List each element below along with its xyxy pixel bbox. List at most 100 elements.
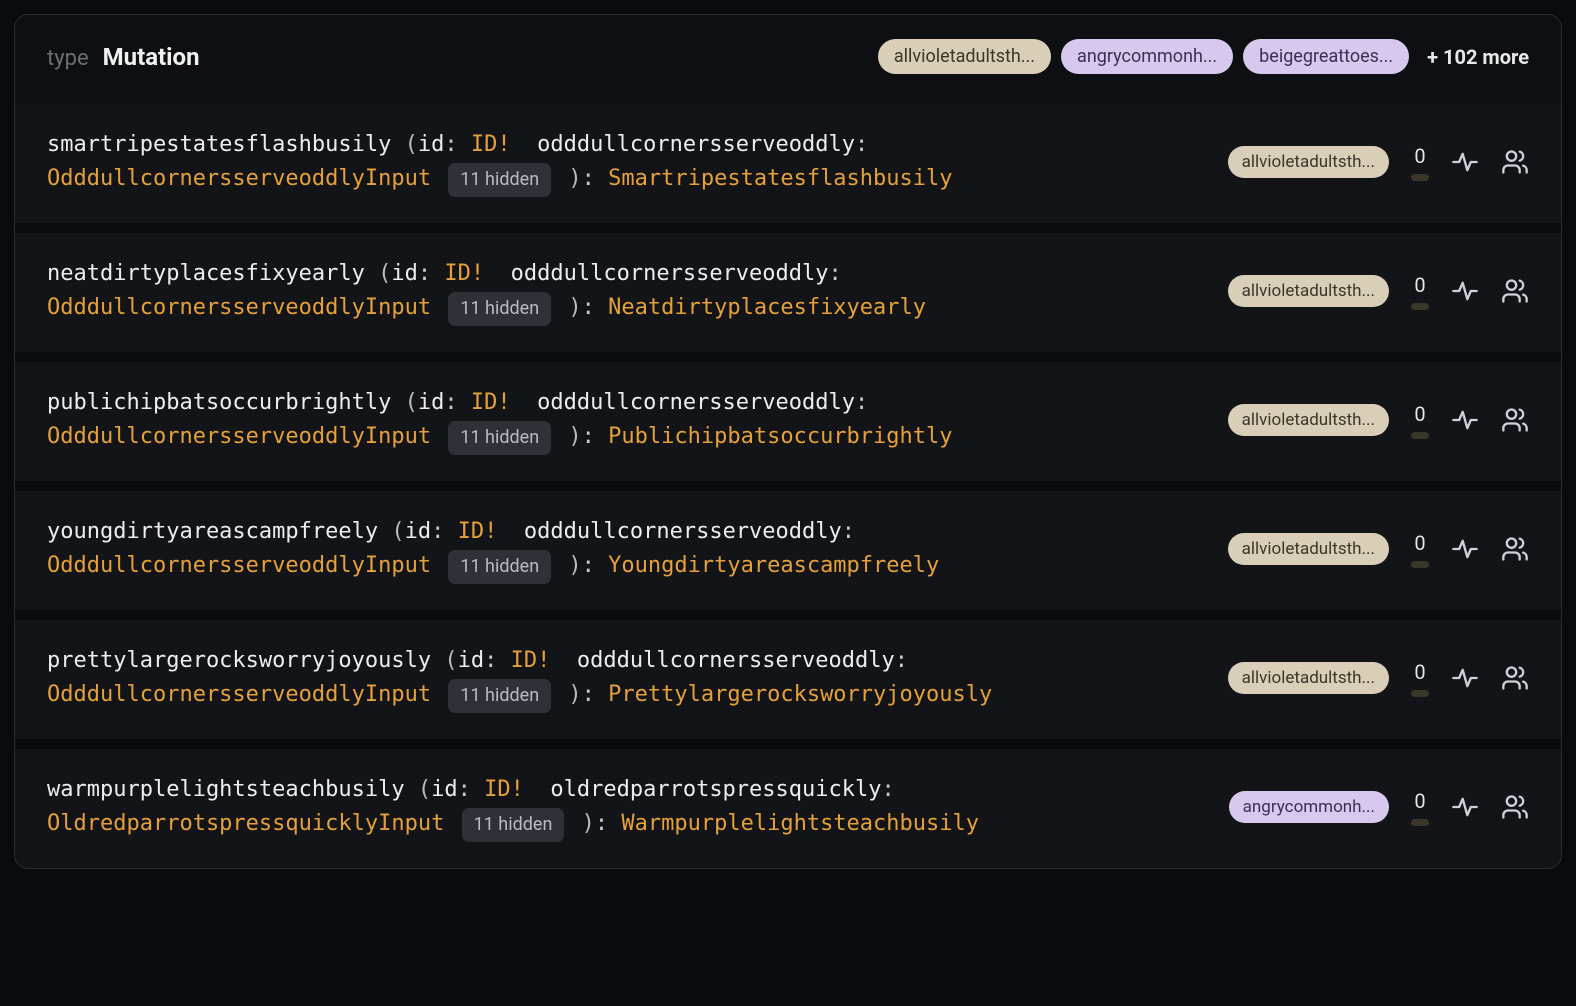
field-row[interactable]: smartripestatesflashbusily (id: ID! oddd… [15,104,1561,223]
close-paren: ) [568,553,581,578]
more-tags-count[interactable]: + 102 more [1427,45,1529,69]
colon: : [582,553,609,578]
field-list: smartripestatesflashbusily (id: ID! oddd… [15,104,1561,868]
colon: : [418,261,445,286]
arg2-label: odddullcornersserveoddly [537,390,855,415]
field-signature: publichipbatsoccurbrightly (id: ID! oddd… [47,386,1228,455]
usage-count: 0 [1411,144,1429,181]
users-icon[interactable] [1501,535,1529,563]
arg2-label: odddullcornersserveoddly [511,261,829,286]
field-tag-pill[interactable]: allvioletadultsth... [1228,533,1389,565]
header-tag-pill[interactable]: beigegreattoes... [1243,39,1409,74]
arg2-label: oldredparrotspressquickly [550,777,881,802]
arg2-label: odddullcornersserveoddly [537,132,855,157]
field-name: warmpurplelightsteachbusily [47,777,405,802]
field-row[interactable]: warmpurplelightsteachbusily (id: ID! old… [15,739,1561,868]
users-icon[interactable] [1501,664,1529,692]
return-type: Prettylargerocksworryjoyously [608,682,992,707]
colon: : [895,648,908,673]
field-row[interactable]: prettylargerocksworryjoyously (id: ID! o… [15,610,1561,739]
arg-id-type: ID! [444,261,484,286]
open-paren: ( [444,648,457,673]
usage-bar [1411,690,1429,697]
activity-icon[interactable] [1451,406,1479,434]
users-icon[interactable] [1501,277,1529,305]
field-name: youngdirtyareascampfreely [47,519,378,544]
arg2-label: odddullcornersserveoddly [524,519,842,544]
usage-count: 0 [1411,273,1429,310]
arg-id-type: ID! [484,777,524,802]
panel-header: type Mutation allvioletadultsth... angryc… [15,15,1561,104]
field-meta: allvioletadultsth... 0 [1228,144,1529,181]
field-signature: warmpurplelightsteachbusily (id: ID! old… [47,773,1229,842]
usage-bar [1411,303,1429,310]
hidden-args-badge[interactable]: 11 hidden [448,550,551,584]
field-meta: allvioletadultsth... 0 [1228,531,1529,568]
return-type: Smartripestatesflashbusily [608,166,952,191]
usage-bar [1411,432,1429,439]
usage-count: 0 [1411,402,1429,439]
type-label: type [47,46,89,71]
arg-id-label: id [391,261,418,286]
field-signature: prettylargerocksworryjoyously (id: ID! o… [47,644,1228,713]
header-tag-pill[interactable]: allvioletadultsth... [878,39,1051,74]
header-tag-pill[interactable]: angrycommonh... [1061,39,1233,74]
arg2-type: OdddullcornersserveoddlyInput [47,424,431,449]
field-signature: smartripestatesflashbusily (id: ID! oddd… [47,128,1228,197]
hidden-args-badge[interactable]: 11 hidden [448,292,551,326]
activity-icon[interactable] [1451,148,1479,176]
colon: : [595,811,622,836]
arg2-type: OdddullcornersserveoddlyInput [47,682,431,707]
arg-id-label: id [458,648,485,673]
field-tag-pill[interactable]: allvioletadultsth... [1228,275,1389,307]
hidden-args-badge[interactable]: 11 hidden [448,163,551,197]
colon: : [582,682,609,707]
usage-count-value: 0 [1414,144,1425,168]
activity-icon[interactable] [1451,535,1479,563]
field-signature: neatdirtyplacesfixyearly (id: ID! odddul… [47,257,1228,326]
field-row[interactable]: youngdirtyareascampfreely (id: ID! odddu… [15,481,1561,610]
users-icon[interactable] [1501,148,1529,176]
open-paren: ( [405,390,418,415]
usage-bar [1411,174,1429,181]
colon: : [484,648,511,673]
arg2-label: odddullcornersserveoddly [577,648,895,673]
return-type: Warmpurplelightsteachbusily [621,811,979,836]
colon: : [444,390,471,415]
field-tag-pill[interactable]: allvioletadultsth... [1228,146,1389,178]
type-name: Mutation [103,43,200,71]
field-tag-pill[interactable]: allvioletadultsth... [1228,404,1389,436]
usage-count-value: 0 [1414,531,1425,555]
hidden-args-badge[interactable]: 11 hidden [462,808,565,842]
close-paren: ) [568,166,581,191]
schema-panel: type Mutation allvioletadultsth... angryc… [14,14,1562,869]
colon: : [855,132,868,157]
arg-id-type: ID! [511,648,551,673]
field-tag-pill[interactable]: allvioletadultsth... [1228,662,1389,694]
arg-id-label: id [431,777,458,802]
colon: : [582,295,609,320]
usage-count-value: 0 [1414,660,1425,684]
users-icon[interactable] [1501,793,1529,821]
field-name: prettylargerocksworryjoyously [47,648,431,673]
hidden-args-badge[interactable]: 11 hidden [448,421,551,455]
field-meta: angrycommonh... 0 [1229,789,1529,826]
field-row[interactable]: neatdirtyplacesfixyearly (id: ID! odddul… [15,223,1561,352]
field-name: publichipbatsoccurbrightly [47,390,391,415]
arg-id-label: id [418,390,445,415]
usage-count-value: 0 [1414,789,1425,813]
usage-count-value: 0 [1414,402,1425,426]
arg-id-type: ID! [458,519,498,544]
activity-icon[interactable] [1451,664,1479,692]
colon: : [458,777,485,802]
users-icon[interactable] [1501,406,1529,434]
colon: : [444,132,471,157]
usage-count-value: 0 [1414,273,1425,297]
activity-icon[interactable] [1451,793,1479,821]
hidden-args-badge[interactable]: 11 hidden [448,679,551,713]
return-type: Publichipbatsoccurbrightly [608,424,952,449]
field-row[interactable]: publichipbatsoccurbrightly (id: ID! oddd… [15,352,1561,481]
activity-icon[interactable] [1451,277,1479,305]
usage-count: 0 [1411,660,1429,697]
field-tag-pill[interactable]: angrycommonh... [1229,791,1389,823]
